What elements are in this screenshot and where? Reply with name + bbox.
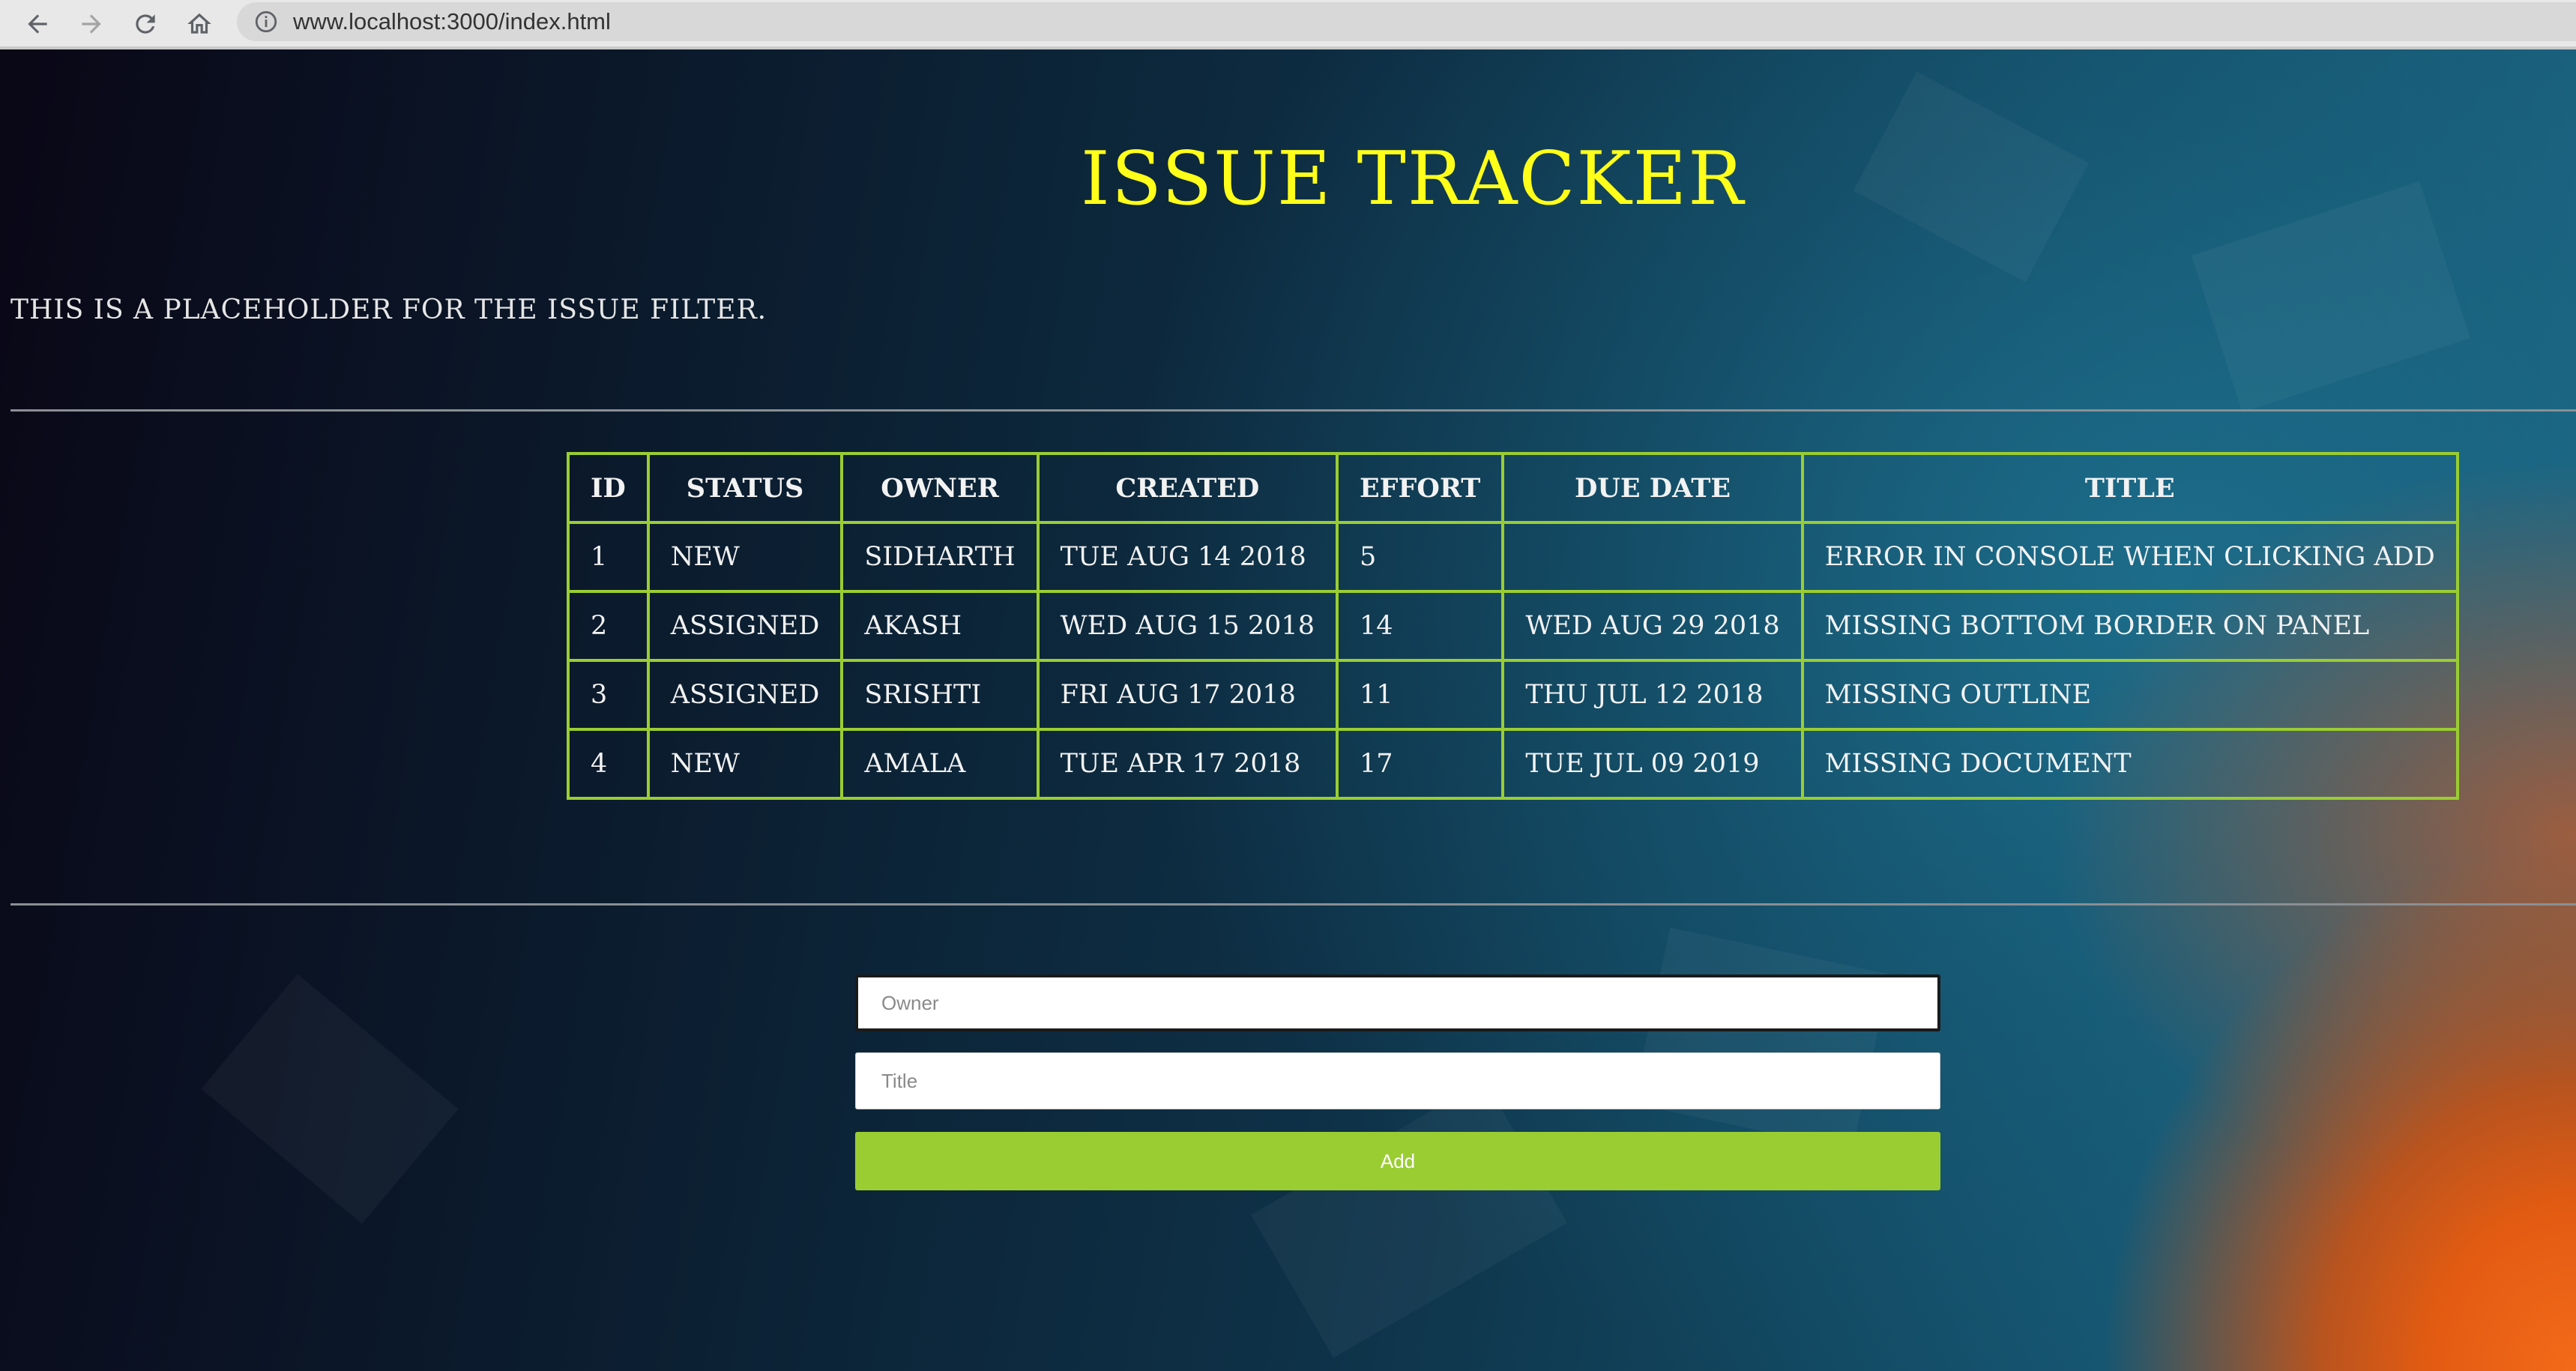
arrow-right-icon [82,14,101,34]
issue-table: ID STATUS OWNER CREATED EFFORT DUE DATE … [567,452,2459,800]
url-text[interactable]: www.localhost:3000/index.html [293,7,611,37]
cell-effort: 5 [1335,521,1505,593]
column-header-id: ID [567,452,650,524]
home-button[interactable] [180,4,219,43]
cell-created: FRI AUG 17 2018 [1036,659,1339,731]
forward-button[interactable] [72,4,111,43]
cell-status: ASSIGNED [646,590,844,662]
column-header-status: STATUS [646,452,844,524]
cell-id: 3 [567,659,650,731]
divider-bottom [10,903,2576,906]
table-header-row: ID STATUS OWNER CREATED EFFORT DUE DATE … [567,452,2459,524]
add-issue-form: Add [855,974,1940,1190]
table-row: 4 NEW AMALA TUE APR 17 2018 17 TUE JUL 0… [567,728,2459,800]
cell-id: 4 [567,728,650,800]
column-header-created: CREATED [1036,452,1339,524]
cell-status: NEW [646,521,844,593]
cell-effort: 17 [1335,728,1505,800]
cell-owner: SRISHTI [840,659,1040,731]
divider-top [10,409,2576,412]
reload-button[interactable] [126,4,165,43]
cell-due-date [1501,521,1804,593]
browser-toolbar: www.localhost:3000/index.html [0,0,2576,49]
cell-effort: 14 [1335,590,1505,662]
cell-title: MISSING DOCUMENT [1800,728,2459,800]
reload-icon [136,14,155,34]
column-header-title: TITLE [1800,452,2459,524]
column-header-effort: EFFORT [1335,452,1505,524]
column-header-owner: OWNER [840,452,1040,524]
cell-created: TUE AUG 14 2018 [1036,521,1339,593]
background-shard [201,974,459,1224]
cell-due-date: TUE JUL 09 2019 [1501,728,1804,800]
home-icon [187,13,211,34]
cell-title: MISSING BOTTOM BORDER ON PANEL [1800,590,2459,662]
cell-due-date: WED AUG 29 2018 [1501,590,1804,662]
cell-due-date: THU JUL 12 2018 [1501,659,1804,731]
cell-owner: AMALA [840,728,1040,800]
cell-owner: SIDHARTH [840,521,1040,593]
cell-status: NEW [646,728,844,800]
cell-owner: AKASH [840,590,1040,662]
cell-title: MISSING OUTLINE [1800,659,2459,731]
title-input[interactable] [855,1052,1940,1109]
cell-effort: 11 [1335,659,1505,731]
table-row: 3 ASSIGNED SRISHTI FRI AUG 17 2018 11 TH… [567,659,2459,731]
issue-filter-placeholder: THIS IS A PLACEHOLDER FOR THE ISSUE FILT… [10,295,767,325]
info-icon[interactable] [253,9,279,34]
page-title: ISSUE TRACKER [1081,136,1745,222]
back-button[interactable] [18,4,57,43]
add-button[interactable]: Add [855,1132,1940,1190]
cell-created: WED AUG 15 2018 [1036,590,1339,662]
cell-id: 2 [567,590,650,662]
table-row: 1 NEW SIDHARTH TUE AUG 14 2018 5 ERROR I… [567,521,2459,593]
arrow-left-icon [28,14,47,34]
column-header-due-date: DUE DATE [1501,452,1804,524]
table-row: 2 ASSIGNED AKASH WED AUG 15 2018 14 WED … [567,590,2459,662]
page-body: ISSUE TRACKER THIS IS A PLACEHOLDER FOR … [0,49,2576,1371]
cell-title: ERROR IN CONSOLE WHEN CLICKING ADD [1800,521,2459,593]
cell-created: TUE APR 17 2018 [1036,728,1339,800]
address-bar[interactable]: www.localhost:3000/index.html [237,2,2576,41]
cell-status: ASSIGNED [646,659,844,731]
owner-input[interactable] [855,974,1940,1031]
cell-id: 1 [567,521,650,593]
